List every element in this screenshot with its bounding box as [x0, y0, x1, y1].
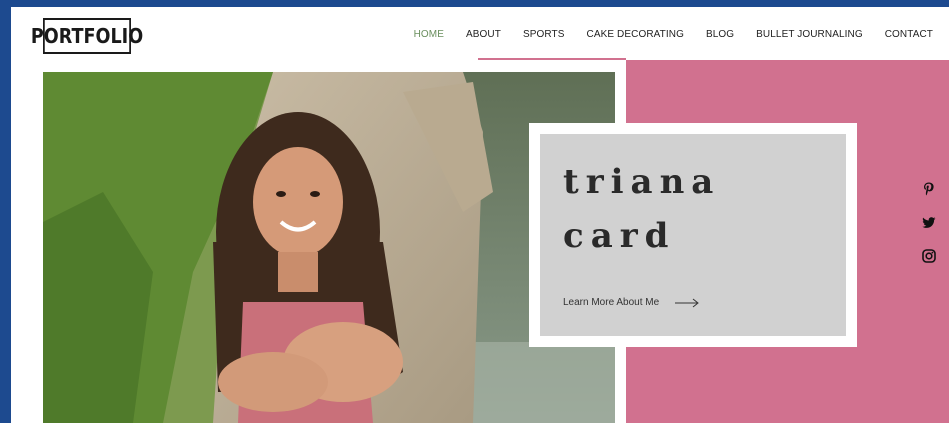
- nav-item-home[interactable]: HOME: [414, 29, 444, 40]
- learn-more-link[interactable]: Learn More About Me: [563, 297, 699, 308]
- nav-active-underline: [478, 58, 626, 60]
- nav-item-blog[interactable]: BLOG: [706, 29, 734, 40]
- logo-text: PORTFOLIO: [30, 24, 144, 48]
- main-nav: HOME ABOUT SPORTS CAKE DECORATING BLOG B…: [392, 29, 933, 40]
- hero-title-line1: triana: [563, 162, 721, 202]
- page: PORTFOLIO HOME ABOUT SPORTS CAKE DECORAT…: [11, 7, 949, 423]
- instagram-icon[interactable]: [920, 247, 938, 265]
- hero-card: triana card Learn More About Me: [540, 134, 846, 336]
- nav-item-contact[interactable]: CONTACT: [885, 29, 933, 40]
- portfolio-logo[interactable]: PORTFOLIO: [31, 18, 143, 54]
- hero-title-line2: card: [563, 216, 676, 256]
- nav-item-cake-decorating[interactable]: CAKE DECORATING: [587, 29, 684, 40]
- nav-item-sports[interactable]: SPORTS: [523, 29, 565, 40]
- pinterest-icon[interactable]: [920, 180, 938, 198]
- nav-item-about[interactable]: ABOUT: [466, 29, 501, 40]
- nav-item-bullet-journaling[interactable]: BULLET JOURNALING: [756, 29, 863, 40]
- twitter-icon[interactable]: [920, 214, 938, 232]
- arrow-right-icon: [675, 298, 699, 308]
- learn-more-label: Learn More About Me: [563, 297, 660, 308]
